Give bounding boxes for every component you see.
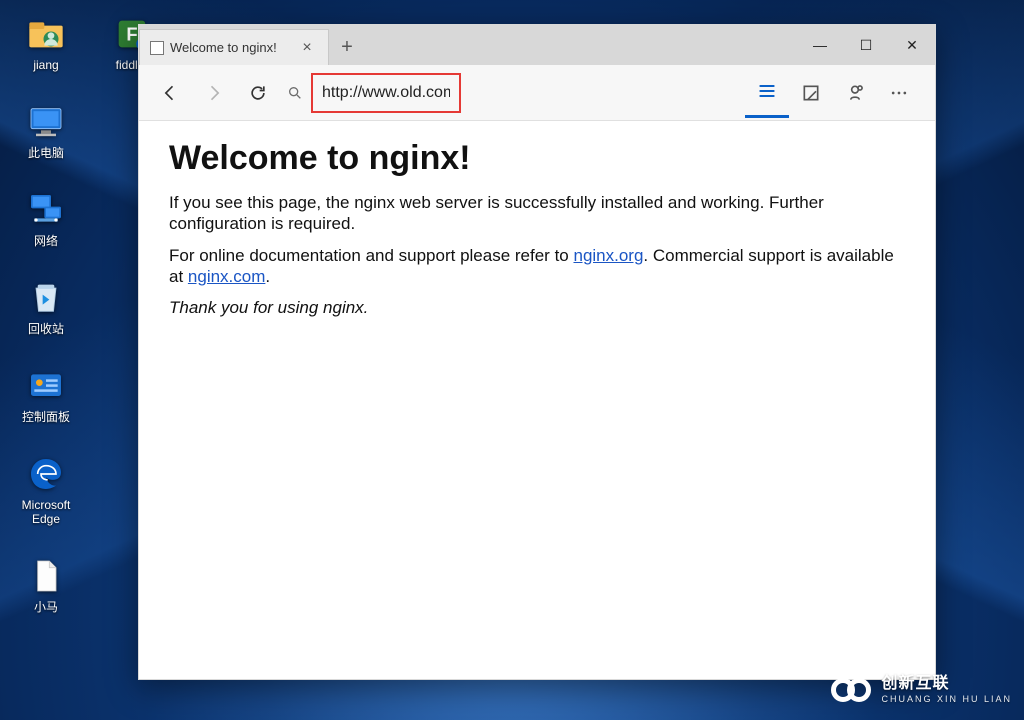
share-button[interactable]	[833, 71, 877, 115]
desktop-icon-network[interactable]: 网络	[6, 188, 86, 248]
arrow-right-icon	[204, 83, 224, 103]
desktop-icon-control-panel[interactable]: 控制面板	[6, 364, 86, 424]
desktop-icon-label: 回收站	[28, 322, 64, 336]
desktop-icon-file[interactable]: 小马	[6, 554, 86, 614]
share-icon	[845, 83, 865, 103]
window-maximize-button[interactable]: ☐	[843, 25, 889, 65]
link-nginx-org[interactable]: nginx.org	[573, 246, 643, 265]
link-nginx-com[interactable]: nginx.com	[188, 267, 265, 286]
svg-text:F: F	[126, 24, 137, 45]
desktop-icon-label: 小马	[34, 600, 58, 614]
tab-close-button[interactable]: ×	[294, 39, 320, 57]
browser-tab[interactable]: Welcome to nginx! ×	[139, 29, 329, 65]
address-bar	[285, 73, 735, 113]
refresh-icon	[248, 83, 268, 103]
notes-button[interactable]	[789, 71, 833, 115]
recycle-bin-icon	[24, 276, 68, 320]
desktop-icon-recycle-bin[interactable]: 回收站	[6, 276, 86, 336]
nav-forward-button[interactable]	[197, 76, 231, 110]
reading-list-icon	[757, 81, 777, 101]
desktop-icon-label: 控制面板	[22, 410, 70, 424]
address-highlight-box	[311, 73, 461, 113]
page-thanks: Thank you for using nginx.	[169, 297, 905, 318]
edge-browser-window: Welcome to nginx! × + — ☐ ✕	[138, 24, 936, 680]
desktop-icon-label: Microsoft Edge	[6, 498, 86, 526]
ellipsis-icon	[889, 83, 909, 103]
tab-strip: Welcome to nginx! × + — ☐ ✕	[139, 25, 935, 65]
edge-icon	[24, 452, 68, 496]
desktop-background: jiang 此电脑 网络 回收站 控制面板	[0, 0, 1024, 720]
desktop-icons-column: jiang 此电脑 网络 回收站 控制面板	[6, 12, 86, 614]
user-folder-icon	[24, 12, 68, 56]
window-minimize-button[interactable]: —	[797, 25, 843, 65]
file-icon	[24, 554, 68, 598]
network-icon	[24, 188, 68, 232]
watermark: 创新互联 CHUANG XIN HU LIAN	[831, 670, 1012, 710]
page-content: Welcome to nginx! If you see this page, …	[139, 121, 935, 679]
browser-toolbar	[139, 65, 935, 121]
desktop-icon-user-folder[interactable]: jiang	[6, 12, 86, 72]
window-close-button[interactable]: ✕	[889, 25, 935, 65]
watermark-logo-icon	[831, 670, 871, 710]
control-panel-icon	[24, 364, 68, 408]
desktop-icon-this-pc[interactable]: 此电脑	[6, 100, 86, 160]
nav-back-button[interactable]	[153, 76, 187, 110]
pc-icon	[24, 100, 68, 144]
address-input[interactable]	[316, 77, 456, 109]
page-paragraph-1: If you see this page, the nginx web serv…	[169, 192, 905, 235]
page-icon	[150, 41, 164, 55]
desktop-icon-label: 网络	[34, 234, 58, 248]
desktop-icon-edge[interactable]: Microsoft Edge	[6, 452, 86, 526]
reading-list-button[interactable]	[745, 68, 789, 118]
watermark-text: 创新互联 CHUANG XIN HU LIAN	[881, 676, 1012, 704]
new-tab-button[interactable]: +	[329, 29, 365, 65]
window-controls: — ☐ ✕	[797, 25, 935, 65]
page-paragraph-2: For online documentation and support ple…	[169, 245, 905, 288]
desktop-icon-label: 此电脑	[28, 146, 64, 160]
desktop-icon-label: jiang	[33, 58, 58, 72]
search-icon[interactable]	[285, 83, 305, 103]
nav-refresh-button[interactable]	[241, 76, 275, 110]
page-heading: Welcome to nginx!	[169, 139, 905, 178]
toolbar-right-buttons	[745, 68, 921, 118]
tab-title: Welcome to nginx!	[170, 40, 288, 55]
more-button[interactable]	[877, 71, 921, 115]
arrow-left-icon	[160, 83, 180, 103]
note-icon	[801, 83, 821, 103]
